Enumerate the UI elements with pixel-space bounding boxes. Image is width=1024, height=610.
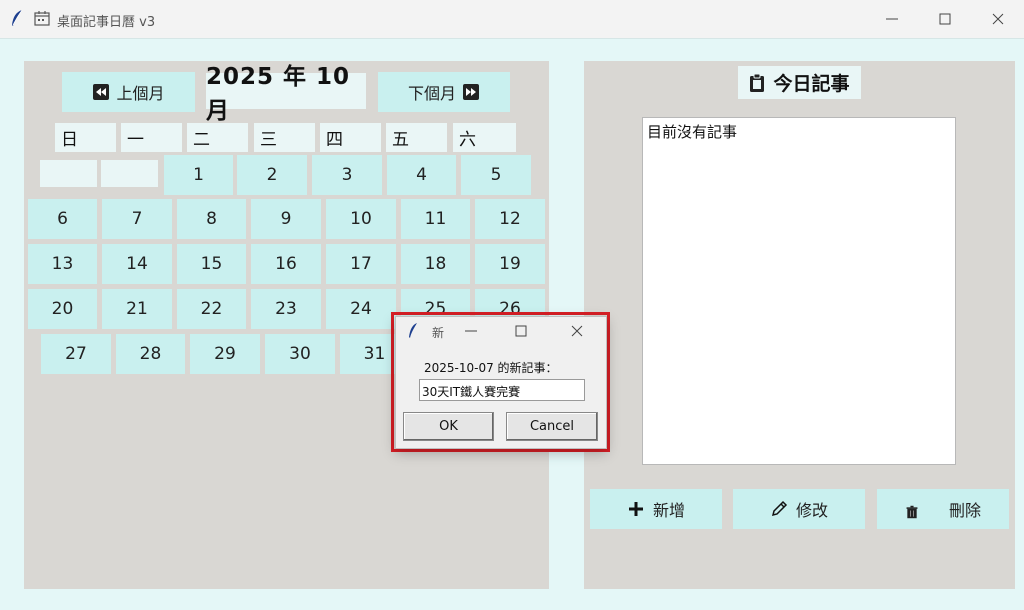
dialog-titlebar: 新 bbox=[396, 317, 606, 345]
day-cell[interactable]: 15 bbox=[177, 244, 246, 284]
day-cell-empty bbox=[101, 160, 158, 187]
day-cell[interactable]: 2 bbox=[237, 155, 307, 195]
day-cell[interactable]: 24 bbox=[326, 289, 396, 329]
day-cell[interactable]: 19 bbox=[475, 244, 545, 284]
plus-icon bbox=[628, 502, 643, 516]
rewind-icon bbox=[93, 84, 110, 100]
day-cell[interactable]: 20 bbox=[28, 289, 97, 329]
day-cell[interactable]: 30 bbox=[265, 334, 335, 374]
add-note-label: 新增 bbox=[652, 501, 685, 520]
maximize-button[interactable] bbox=[919, 0, 971, 38]
new-note-input[interactable]: 30天IT鐵人賽完賽 bbox=[419, 379, 585, 401]
notes-panel: 今日記事 目前沒有記事 新增 修改 刪除 bbox=[584, 61, 1015, 589]
minimize-icon bbox=[886, 18, 898, 20]
close-icon bbox=[992, 13, 1004, 25]
day-cell-empty bbox=[40, 160, 97, 187]
weekday-thu: 四 bbox=[320, 123, 381, 152]
feather-icon bbox=[409, 323, 417, 338]
dialog-maximize-icon[interactable] bbox=[514, 324, 528, 338]
today-notes-title: 今日記事 bbox=[738, 66, 861, 99]
dialog-title: 新 bbox=[432, 326, 445, 340]
prev-month-label: 上個月 bbox=[116, 84, 165, 103]
day-cell[interactable]: 16 bbox=[251, 244, 321, 284]
fast-forward-icon bbox=[463, 84, 479, 100]
day-cell[interactable]: 1 bbox=[164, 155, 233, 195]
minimize-button[interactable] bbox=[866, 0, 918, 38]
today-title-label: 今日記事 bbox=[773, 73, 850, 95]
delete-note-label: 刪除 bbox=[948, 501, 981, 520]
next-month-label: 下個月 bbox=[407, 84, 456, 103]
weekday-sat: 六 bbox=[453, 123, 516, 152]
prev-month-button[interactable]: 上個月 bbox=[62, 72, 195, 112]
dialog-prompt: 2025-10-07 的新記事： bbox=[424, 361, 558, 375]
close-button[interactable] bbox=[972, 0, 1024, 38]
day-cell[interactable]: 4 bbox=[387, 155, 456, 195]
day-cell[interactable]: 5 bbox=[461, 155, 531, 195]
delete-note-button[interactable]: 刪除 bbox=[877, 489, 1009, 529]
day-cell[interactable]: 6 bbox=[28, 199, 97, 239]
day-cell[interactable]: 13 bbox=[28, 244, 97, 284]
window-title: 桌面記事日曆 v3 bbox=[57, 15, 156, 30]
weekday-sun: 日 bbox=[55, 123, 116, 152]
maximize-icon bbox=[939, 13, 951, 25]
day-cell[interactable]: 28 bbox=[116, 334, 185, 374]
window-titlebar: 桌面記事日曆 v3 bbox=[0, 0, 1024, 38]
calendar-app-icon bbox=[34, 11, 50, 26]
edit-note-button[interactable]: 修改 bbox=[733, 489, 865, 529]
day-cell[interactable]: 11 bbox=[401, 199, 470, 239]
ok-button[interactable]: OK bbox=[403, 412, 494, 441]
day-cell[interactable]: 3 bbox=[312, 155, 382, 195]
day-cell[interactable]: 9 bbox=[251, 199, 321, 239]
dialog-minimize-icon[interactable] bbox=[462, 323, 480, 339]
notes-textarea[interactable]: 目前沒有記事 bbox=[642, 117, 956, 465]
day-cell[interactable]: 17 bbox=[326, 244, 396, 284]
day-cell[interactable]: 27 bbox=[41, 334, 111, 374]
pencil-icon bbox=[771, 500, 788, 517]
edit-note-label: 修改 bbox=[795, 501, 828, 520]
cancel-button[interactable]: Cancel bbox=[506, 412, 598, 441]
day-cell[interactable]: 23 bbox=[251, 289, 321, 329]
weekday-mon: 一 bbox=[121, 123, 182, 152]
dialog-close-icon[interactable] bbox=[569, 323, 585, 339]
day-cell[interactable]: 29 bbox=[190, 334, 260, 374]
day-cell[interactable]: 12 bbox=[475, 199, 545, 239]
day-cell[interactable]: 10 bbox=[326, 199, 396, 239]
feather-icon bbox=[12, 9, 23, 26]
day-cell[interactable]: 14 bbox=[102, 244, 172, 284]
trash-icon bbox=[906, 505, 918, 519]
clipboard-icon bbox=[750, 73, 765, 92]
weekday-wed: 三 bbox=[254, 123, 315, 152]
next-month-button[interactable]: 下個月 bbox=[378, 72, 510, 112]
new-note-dialog: 新 2025-10-07 的新記事： 30天IT鐵人賽完賽 OK Cancel bbox=[395, 316, 607, 449]
day-cell[interactable]: 18 bbox=[401, 244, 470, 284]
add-note-button[interactable]: 新增 bbox=[590, 489, 722, 529]
day-cell[interactable]: 21 bbox=[102, 289, 172, 329]
weekday-fri: 五 bbox=[386, 123, 447, 152]
day-cell[interactable]: 7 bbox=[102, 199, 172, 239]
weekday-tue: 二 bbox=[187, 123, 248, 152]
day-cell[interactable]: 8 bbox=[177, 199, 246, 239]
day-cell[interactable]: 22 bbox=[177, 289, 246, 329]
month-title: 2025 年 10 月 bbox=[206, 64, 366, 124]
